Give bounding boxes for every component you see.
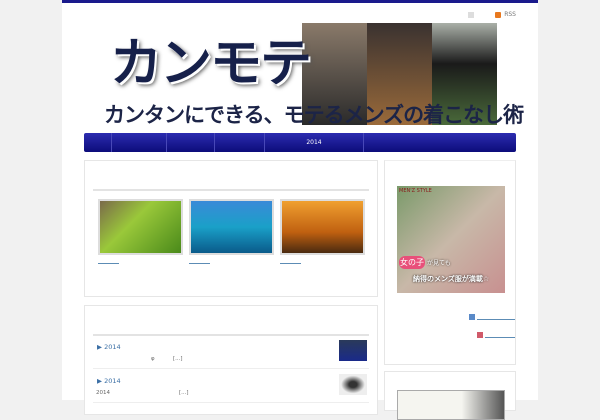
rss-label: RSS [504, 11, 516, 18]
nav-item[interactable] [112, 133, 167, 152]
post-excerpt: φ [151, 356, 155, 362]
post-title[interactable]: ▶ 2014 [97, 377, 121, 385]
banner-brand: MEN'Z STYLE [399, 188, 432, 194]
post-thumb[interactable] [339, 340, 367, 361]
post-title[interactable]: ▶ 2014 [97, 343, 121, 351]
featured-thumb[interactable] [280, 199, 365, 255]
twitter-icon[interactable] [469, 314, 475, 320]
post-row[interactable]: ▶ 2014 2014 [...] [93, 370, 369, 403]
featured-thumb[interactable] [98, 199, 183, 255]
nav-item[interactable] [215, 133, 265, 152]
rss-link[interactable]: RSS [468, 11, 516, 18]
featured-link[interactable] [98, 263, 119, 264]
read-more[interactable]: [...] [179, 390, 189, 396]
posts-box: ▶ 2014 φ [...] ▶ 2014 2014 [...] [84, 305, 378, 415]
banner-text: 女の子 [399, 256, 425, 269]
nav-item[interactable]: 2014 [265, 133, 364, 152]
feed-icon[interactable] [477, 332, 483, 338]
sidebar-box-2 [384, 371, 516, 420]
sidebar-banner[interactable]: MEN'Z STYLE 女の子 が見ても 納得のメンズ服が満載☆ [397, 186, 505, 293]
sidebar-banner-2[interactable] [397, 390, 505, 420]
page: RSS カンモテ カンタンにできる、モテるメンズの着こなし術 2014 ▶ 20… [62, 0, 538, 420]
site-logo[interactable]: カンモテ [110, 21, 312, 96]
nav-item[interactable] [84, 133, 112, 152]
sidebar-link[interactable] [477, 319, 515, 320]
featured-thumb[interactable] [189, 199, 274, 255]
rss-icon [495, 11, 502, 18]
post-row[interactable]: ▶ 2014 φ [...] [93, 336, 369, 369]
featured-box [84, 160, 378, 297]
banner-text: が見ても [427, 260, 451, 267]
site-tagline: カンタンにできる、モテるメンズの着こなし術 [104, 103, 524, 127]
sidebar-link[interactable] [485, 337, 515, 338]
divider [93, 189, 369, 191]
post-excerpt: 2014 [96, 390, 110, 396]
featured-link[interactable] [280, 263, 301, 264]
mail-icon[interactable] [468, 11, 475, 18]
banner-text: 納得のメンズ服が満載☆ [413, 275, 490, 283]
main-nav: 2014 [84, 133, 516, 152]
featured-link[interactable] [189, 263, 210, 264]
post-thumb[interactable] [339, 374, 367, 395]
nav-item[interactable] [167, 133, 215, 152]
read-more[interactable]: [...] [173, 356, 183, 362]
nav-item[interactable] [364, 133, 516, 152]
sidebar-box: MEN'Z STYLE 女の子 が見ても 納得のメンズ服が満載☆ [384, 160, 516, 365]
